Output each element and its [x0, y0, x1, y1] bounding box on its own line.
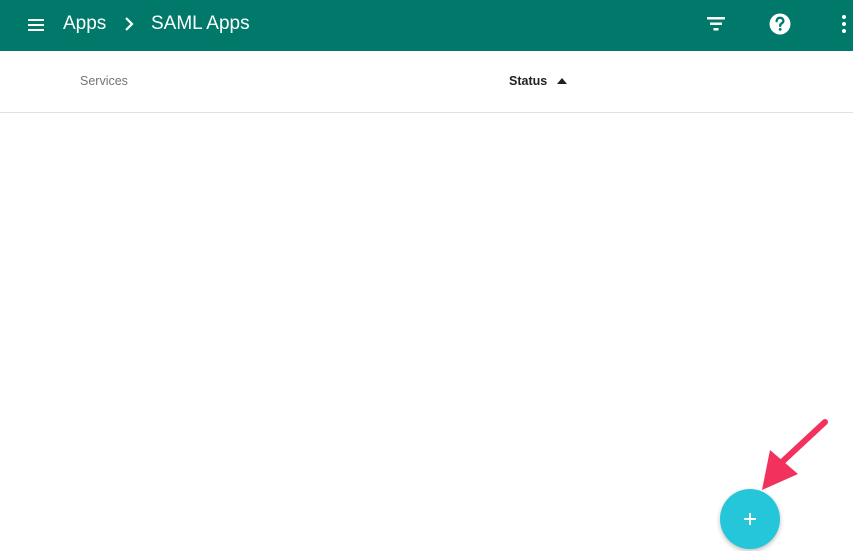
more-options-button[interactable]	[838, 12, 850, 36]
more-vert-icon	[842, 15, 846, 33]
column-header-status-label: Status	[509, 74, 548, 88]
chevron-right-icon	[121, 14, 137, 34]
app-bar: Apps SAML Apps	[0, 0, 853, 51]
page-title: SAML Apps	[151, 13, 250, 34]
breadcrumb-apps-link[interactable]: Apps	[63, 12, 106, 36]
filter-button[interactable]	[704, 12, 728, 36]
main-menu-button[interactable]	[22, 11, 50, 39]
table-header: Services Status	[0, 51, 853, 113]
filter-icon	[707, 17, 725, 31]
column-header-services[interactable]: Services	[80, 74, 128, 88]
plus-icon	[744, 513, 756, 525]
add-app-button[interactable]	[720, 489, 780, 549]
apps-list	[0, 113, 853, 551]
help-button[interactable]	[767, 11, 793, 37]
hamburger-menu-icon	[28, 19, 44, 31]
help-icon	[769, 13, 791, 35]
column-header-status[interactable]: Status	[509, 74, 567, 88]
sort-up-icon	[556, 77, 567, 84]
